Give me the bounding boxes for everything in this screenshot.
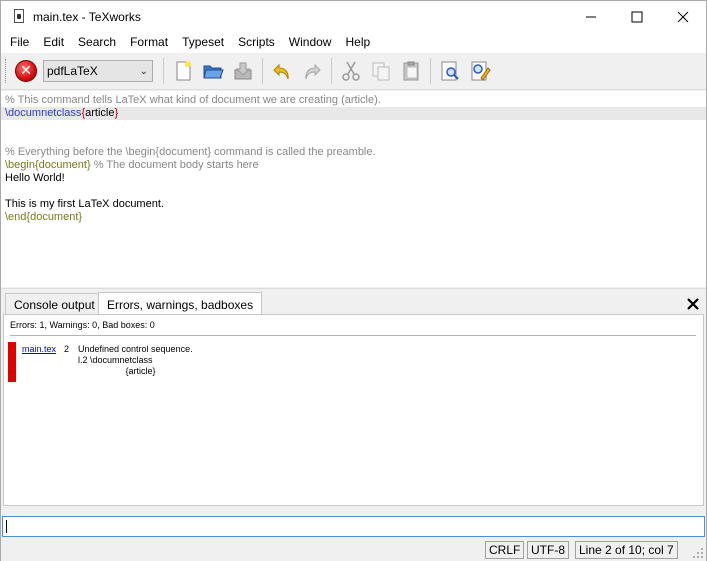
code-line-5: % Everything before the \begin{document}… bbox=[1, 146, 706, 159]
window-controls bbox=[568, 1, 706, 32]
replace-button[interactable] bbox=[465, 56, 495, 86]
redo-button[interactable] bbox=[297, 56, 327, 86]
code-line-1: % This command tells LaTeX what kind of … bbox=[1, 94, 706, 107]
error-summary: Errors: 1, Warnings: 0, Bad boxes: 0 bbox=[10, 320, 155, 330]
line-ending-button[interactable]: CRLF bbox=[485, 541, 525, 559]
encoding-button[interactable]: UTF-8 bbox=[527, 541, 569, 559]
comment-text: % The document body starts here bbox=[90, 159, 259, 171]
toolbar-separator bbox=[430, 58, 431, 84]
toolbar-separator bbox=[331, 58, 332, 84]
code-line-7: Hello World! bbox=[5, 172, 65, 184]
code-line-10: \end{document} bbox=[1, 211, 706, 224]
resize-grip-icon[interactable] bbox=[692, 547, 704, 559]
text-caret bbox=[6, 520, 7, 533]
copy-icon bbox=[372, 62, 390, 81]
toolbar-separator bbox=[163, 58, 164, 84]
toolbar-separator bbox=[262, 58, 263, 84]
tab-errors-warnings[interactable]: Errors, warnings, badboxes bbox=[98, 292, 263, 316]
typeset-button[interactable]: ✕ bbox=[12, 57, 40, 85]
new-document-icon bbox=[176, 61, 191, 81]
menu-typeset[interactable]: Typeset bbox=[175, 32, 231, 53]
cut-icon bbox=[342, 61, 360, 81]
close-window-button[interactable] bbox=[660, 1, 706, 32]
find-icon bbox=[441, 61, 459, 81]
undo-button[interactable] bbox=[267, 56, 297, 86]
output-panel-tabs: Console output Errors, warnings, badboxe… bbox=[1, 288, 706, 316]
redo-icon bbox=[305, 63, 321, 80]
code-line-6: \begin{document} % The document body sta… bbox=[1, 159, 706, 172]
stop-typeset-icon: ✕ bbox=[15, 60, 37, 82]
divider bbox=[10, 335, 696, 336]
menu-file[interactable]: File bbox=[3, 32, 36, 53]
window-title: main.tex - TeXworks bbox=[33, 9, 141, 24]
error-row[interactable]: main.tex 2 Undefined control sequence. l… bbox=[8, 342, 698, 382]
cursor-position[interactable]: Line 2 of 10; col 7 bbox=[575, 541, 678, 559]
comment-text: % This command tells LaTeX what kind of … bbox=[5, 94, 381, 106]
status-bar: CRLF UTF-8 Line 2 of 10; col 7 bbox=[1, 539, 706, 561]
texworks-app-icon bbox=[13, 8, 25, 25]
replace-icon bbox=[471, 61, 491, 81]
error-message: Undefined control sequence. l.2 \documne… bbox=[78, 344, 193, 376]
argument-text: article bbox=[85, 107, 115, 119]
cut-button[interactable] bbox=[336, 56, 366, 86]
error-line-number: 2 bbox=[64, 344, 70, 354]
close-icon bbox=[677, 11, 689, 22]
title-bar: main.tex - TeXworks bbox=[1, 1, 706, 32]
toolbar: ✕ pdfLaTeX ⌄ bbox=[1, 53, 706, 90]
maximize-button[interactable] bbox=[614, 1, 660, 32]
typeset-engine-select[interactable]: pdfLaTeX ⌄ bbox=[43, 60, 153, 82]
toolbar-grip[interactable] bbox=[5, 59, 8, 83]
engine-value: pdfLaTeX bbox=[47, 64, 98, 78]
copy-button[interactable] bbox=[366, 56, 396, 86]
texworks-window: main.tex - TeXworks File Edit Search For… bbox=[0, 0, 707, 561]
close-icon bbox=[687, 298, 699, 310]
console-input[interactable] bbox=[2, 516, 705, 537]
menu-scripts[interactable]: Scripts bbox=[231, 32, 282, 53]
comment-text: % Everything before the \begin{document}… bbox=[5, 146, 376, 158]
save-icon bbox=[234, 62, 252, 80]
menu-bar: File Edit Search Format Typeset Scripts … bbox=[1, 32, 706, 53]
save-button[interactable] bbox=[228, 56, 258, 86]
menu-format[interactable]: Format bbox=[123, 32, 175, 53]
panel-close-button[interactable] bbox=[684, 295, 702, 313]
environment-text: \begin{document} bbox=[5, 159, 91, 171]
menu-search[interactable]: Search bbox=[71, 32, 123, 53]
brace-close: } bbox=[114, 107, 119, 119]
menu-window[interactable]: Window bbox=[282, 32, 339, 53]
source-editor[interactable]: % This command tells LaTeX what kind of … bbox=[1, 91, 706, 287]
command-text: \documnetclass bbox=[5, 107, 82, 119]
chevron-down-icon: ⌄ bbox=[139, 65, 148, 77]
paste-button[interactable] bbox=[396, 56, 426, 86]
new-document-button[interactable] bbox=[168, 56, 198, 86]
code-line-2: \documnetclass{article} bbox=[1, 107, 706, 120]
open-folder-icon bbox=[203, 65, 224, 79]
error-file-link[interactable]: main.tex bbox=[22, 344, 56, 354]
environment-text: \end{document} bbox=[5, 211, 83, 223]
minimize-button[interactable] bbox=[568, 1, 614, 32]
minimize-icon bbox=[586, 16, 596, 17]
paste-icon bbox=[403, 61, 419, 81]
error-marker bbox=[8, 342, 16, 382]
undo-icon bbox=[273, 63, 289, 80]
maximize-icon bbox=[631, 11, 643, 22]
find-button[interactable] bbox=[435, 56, 465, 86]
menu-edit[interactable]: Edit bbox=[36, 32, 71, 53]
code-line-9: This is my first LaTeX document. bbox=[5, 198, 164, 210]
tab-console-output[interactable]: Console output bbox=[5, 293, 104, 315]
errors-panel: Errors: 1, Warnings: 0, Bad boxes: 0 mai… bbox=[3, 314, 704, 506]
open-button[interactable] bbox=[198, 56, 228, 86]
menu-help[interactable]: Help bbox=[338, 32, 377, 53]
